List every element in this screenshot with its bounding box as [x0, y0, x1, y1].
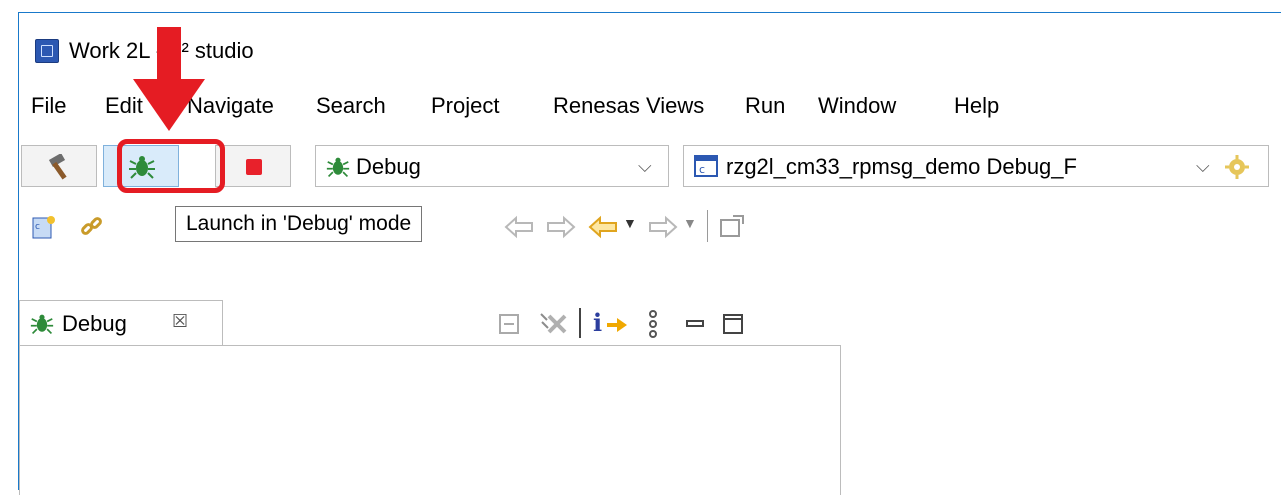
- stop-button[interactable]: [215, 145, 291, 187]
- red-arrow-annotation: [133, 27, 205, 131]
- cropped-caption-strip: [0, 0, 1282, 12]
- launch-mode-combo[interactable]: Debug ⌵: [315, 145, 669, 187]
- c-project-icon: c: [694, 155, 718, 177]
- minimize-icon[interactable]: [683, 312, 707, 336]
- forward-edit-icon[interactable]: [545, 214, 577, 240]
- dropdown-arrow-icon[interactable]: ▼: [623, 215, 637, 231]
- debug-button[interactable]: [103, 145, 179, 187]
- bug-icon: [30, 314, 54, 335]
- debug-view: Debug ☒ i: [19, 300, 849, 495]
- menu-renesas-views[interactable]: Renesas Views: [553, 93, 704, 119]
- stop-icon: [246, 159, 262, 175]
- main-toolbar: Debug ⌵ c rzg2l_cm33_rpmsg_demo Debug_F …: [19, 142, 1281, 190]
- dropdown-arrow-icon[interactable]: ▼: [683, 215, 697, 231]
- menu-project[interactable]: Project: [431, 93, 499, 119]
- back-nav-icon[interactable]: [587, 214, 619, 240]
- menu-file[interactable]: File: [31, 93, 66, 119]
- instruction-stepping-icon[interactable]: i: [591, 308, 631, 338]
- pin-editor-icon[interactable]: [719, 214, 745, 240]
- launch-config-value: rzg2l_cm33_rpmsg_demo Debug_F: [726, 154, 1077, 179]
- debug-view-content: [19, 345, 841, 495]
- bug-icon: [326, 157, 350, 178]
- build-button[interactable]: [21, 145, 97, 187]
- launch-mode-value: Debug: [356, 154, 421, 179]
- chevron-down-icon: ⌵: [1196, 156, 1210, 176]
- hammer-icon: [48, 154, 67, 180]
- gear-icon[interactable]: [1224, 154, 1250, 180]
- maximize-icon[interactable]: [721, 312, 745, 336]
- new-c-project-icon[interactable]: c: [31, 214, 57, 240]
- toolbar-separator: [579, 308, 581, 338]
- chevron-down-icon: ⌵: [638, 156, 652, 176]
- menu-search[interactable]: Search: [316, 93, 386, 119]
- application-window: Work 2L - e² studio File Edit Navigate S…: [18, 12, 1281, 495]
- svg-text:i: i: [593, 308, 602, 337]
- tab-debug[interactable]: Debug ☒: [19, 300, 223, 346]
- toolbar-separator: [707, 210, 708, 242]
- menu-help[interactable]: Help: [954, 93, 999, 119]
- menu-window[interactable]: Window: [818, 93, 896, 119]
- tooltip: Launch in 'Debug' mode: [175, 206, 423, 242]
- forward-nav-icon[interactable]: [647, 214, 679, 240]
- tab-debug-label: Debug: [62, 311, 127, 336]
- close-icon[interactable]: ☒: [172, 311, 188, 332]
- link-icon[interactable]: [79, 214, 105, 240]
- back-arrow-icon[interactable]: [503, 214, 535, 240]
- collapse-all-icon[interactable]: [497, 312, 521, 336]
- svg-text:c: c: [35, 222, 40, 232]
- view-menu-icon[interactable]: [645, 308, 661, 340]
- bug-icon: [129, 156, 155, 179]
- remove-terminated-icon[interactable]: [539, 310, 569, 338]
- svg-text:c: c: [699, 163, 705, 176]
- menu-run[interactable]: Run: [745, 93, 785, 119]
- e2-studio-app-icon: [35, 39, 59, 63]
- launch-config-combo[interactable]: c rzg2l_cm33_rpmsg_demo Debug_F ⌵: [683, 145, 1269, 187]
